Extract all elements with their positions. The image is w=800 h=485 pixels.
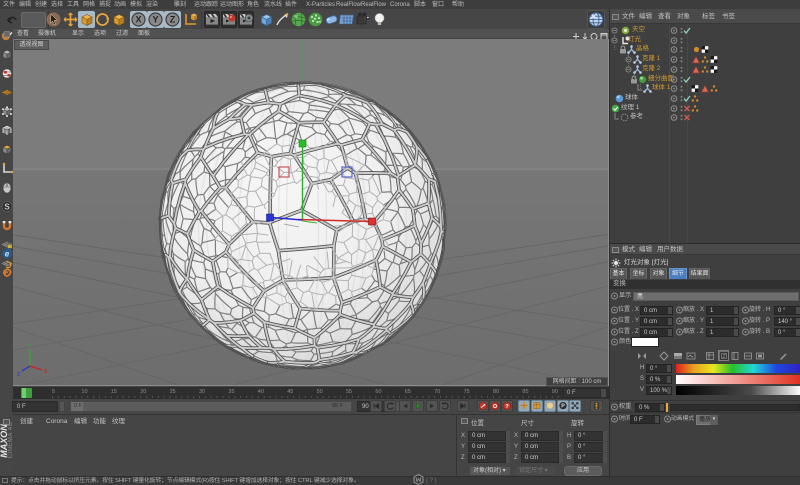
svg-text:P: P — [561, 404, 565, 410]
svg-text:e: e — [5, 250, 10, 259]
svg-text:S: S — [4, 202, 10, 211]
svg-text:?: ? — [505, 404, 509, 410]
svg-text:Z: Z — [170, 15, 176, 25]
svg-text:Z: Z — [17, 372, 20, 378]
svg-text:X: X — [135, 15, 141, 25]
svg-text:Y: Y — [152, 15, 158, 25]
